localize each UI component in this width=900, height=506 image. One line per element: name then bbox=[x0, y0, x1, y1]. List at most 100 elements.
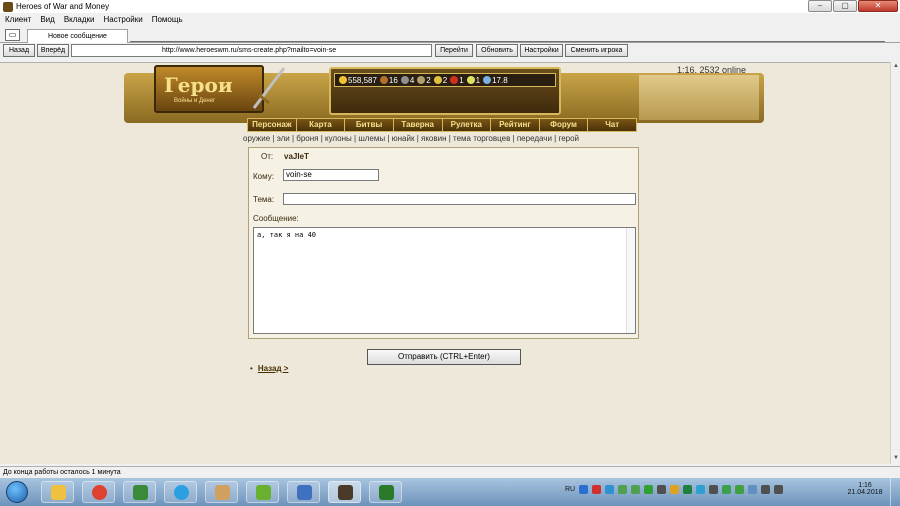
start-button[interactable] bbox=[6, 481, 28, 503]
clock-date: 21.04.2018 bbox=[847, 489, 883, 496]
tray-icon-10[interactable] bbox=[696, 485, 706, 494]
textarea-scrollbar[interactable] bbox=[626, 228, 635, 333]
nav-battles[interactable]: Битвы bbox=[345, 119, 394, 131]
page-scrollbar[interactable]: ▲ ▼ bbox=[890, 62, 900, 464]
from-value: vaJIeT bbox=[284, 152, 309, 161]
maximize-button[interactable]: ▢ bbox=[833, 0, 857, 12]
tray-icon-13[interactable] bbox=[735, 485, 745, 494]
taskbar-paint[interactable] bbox=[205, 481, 238, 503]
signal-icon[interactable] bbox=[761, 485, 771, 494]
send-button[interactable]: Отправить (CTRL+Enter) bbox=[367, 349, 521, 365]
resource-ore: 4 bbox=[400, 76, 414, 85]
tab-divider bbox=[130, 41, 885, 42]
recipient-input[interactable]: voin-se bbox=[283, 169, 379, 181]
taskbar-evernote[interactable] bbox=[123, 481, 156, 503]
tab-new-message[interactable]: Новое сообщение bbox=[27, 29, 128, 43]
menu-client[interactable]: Клиент bbox=[5, 14, 31, 26]
game-logo[interactable]: Герои Войны и Денег bbox=[154, 65, 264, 113]
address-bar: Назад Вперёд http://www.heroeswm.ru/sms-… bbox=[0, 44, 900, 59]
menu-tabs[interactable]: Вкладки bbox=[64, 14, 95, 26]
taskbar-evernote-2[interactable] bbox=[369, 481, 402, 503]
taskbar: RU 1:16 21.04.2018 bbox=[0, 478, 900, 506]
taskbar-chrome[interactable] bbox=[82, 481, 115, 503]
close-button[interactable]: ✕ bbox=[858, 0, 898, 12]
tray-icon-2[interactable] bbox=[592, 485, 602, 494]
resource-mercury: 2 bbox=[417, 76, 431, 85]
message-text: а, так я на 40 bbox=[257, 231, 317, 239]
menu-settings[interactable]: Настройки bbox=[104, 14, 143, 26]
game-nav: Персонаж Карта Битвы Таверна Рулетка Рей… bbox=[247, 118, 637, 132]
sulfur-icon bbox=[433, 76, 442, 84]
tray-icon-6[interactable] bbox=[644, 485, 654, 494]
tray-icon-3[interactable] bbox=[605, 485, 615, 494]
chrome-icon bbox=[92, 485, 107, 500]
subject-input[interactable] bbox=[283, 193, 636, 205]
castle-image bbox=[639, 75, 759, 120]
volume-icon[interactable] bbox=[774, 485, 784, 494]
explorer-icon bbox=[51, 485, 66, 500]
quick-links[interactable]: оружие | эли | броня | кулоны | шлемы | … bbox=[243, 134, 579, 143]
taskbar-explorer[interactable] bbox=[41, 481, 74, 503]
refresh-button[interactable]: Обновить bbox=[476, 44, 518, 57]
go-button[interactable]: Перейти bbox=[435, 44, 473, 57]
taskbar-utorrent[interactable] bbox=[246, 481, 279, 503]
forward-button[interactable]: Вперёд bbox=[37, 44, 69, 57]
heroes-icon bbox=[338, 485, 353, 500]
taskbar-skype[interactable] bbox=[164, 481, 197, 503]
back-button[interactable]: Назад bbox=[3, 44, 35, 57]
tray-icon-7[interactable] bbox=[657, 485, 667, 494]
clock[interactable]: 1:16 21.04.2018 bbox=[845, 482, 885, 496]
minimize-button[interactable]: ‒ bbox=[808, 0, 832, 12]
url-input[interactable]: http://www.heroeswm.ru/sms-create.php?ma… bbox=[71, 44, 432, 57]
utorrent-icon bbox=[256, 485, 271, 500]
taskbar-heroes[interactable] bbox=[328, 481, 361, 503]
tray-icon-9[interactable] bbox=[683, 485, 693, 494]
logo-subtitle: Войны и Денег bbox=[174, 98, 216, 104]
tray-icon-8[interactable] bbox=[670, 485, 680, 494]
status-bar: До конца работы осталось 1 минута bbox=[0, 466, 900, 478]
tray-icon-4[interactable] bbox=[618, 485, 628, 494]
gems-icon bbox=[466, 76, 475, 84]
nav-rating[interactable]: Рейтинг bbox=[491, 119, 540, 131]
menu-bar: Клиент Вид Вкладки Настройки Помощь bbox=[0, 14, 900, 26]
mercury-icon bbox=[417, 76, 426, 84]
tray-icon-14[interactable] bbox=[748, 485, 758, 494]
nav-map[interactable]: Карта bbox=[297, 119, 346, 131]
new-tab-icon[interactable]: ▭ bbox=[5, 29, 20, 41]
message-textarea[interactable]: а, так я на 40 bbox=[253, 227, 636, 334]
evernote-icon bbox=[379, 485, 394, 500]
tray-icon-12[interactable] bbox=[722, 485, 732, 494]
nav-roulette[interactable]: Рулетка bbox=[443, 119, 492, 131]
language-indicator[interactable]: RU bbox=[565, 486, 575, 493]
show-desktop-button[interactable] bbox=[890, 478, 900, 506]
switch-player-button[interactable]: Сменить игрока bbox=[565, 44, 628, 57]
settings-button[interactable]: Настройки bbox=[520, 44, 563, 57]
menu-view[interactable]: Вид bbox=[40, 14, 54, 26]
tray-icon-5[interactable] bbox=[631, 485, 641, 494]
nav-forum[interactable]: Форум bbox=[540, 119, 589, 131]
resource-gold: 558,587 bbox=[339, 76, 377, 85]
game-banner: Герои Войны и Денег 558,587 16 4 2 2 1 1… bbox=[124, 63, 764, 125]
tab-bar: ▭ Новое сообщение bbox=[0, 28, 900, 43]
nav-character[interactable]: Персонаж bbox=[248, 119, 297, 131]
tray-icon-1[interactable] bbox=[579, 485, 589, 494]
diamond-icon bbox=[483, 76, 492, 84]
resource-wood: 16 bbox=[379, 76, 398, 85]
tray-icon-11[interactable] bbox=[709, 485, 719, 494]
back-link-label: Назад > bbox=[257, 364, 289, 373]
subject-label: Тема: bbox=[253, 195, 275, 204]
menu-help[interactable]: Помощь bbox=[152, 14, 183, 26]
message-form: От: vaJIeT Кому: voin-se Тема: Сообщение… bbox=[248, 147, 639, 339]
crystal-icon bbox=[450, 76, 459, 84]
system-tray: RU bbox=[565, 485, 784, 494]
scroll-down-icon[interactable]: ▼ bbox=[892, 455, 900, 463]
to-label: Кому: bbox=[253, 172, 274, 181]
window-title: Heroes of War and Money bbox=[16, 2, 110, 11]
taskbar-remote[interactable] bbox=[287, 481, 320, 503]
nav-chat[interactable]: Чат bbox=[588, 119, 636, 131]
scroll-up-icon[interactable]: ▲ bbox=[892, 63, 900, 71]
back-link[interactable]: • Назад > bbox=[250, 364, 288, 373]
nav-tavern[interactable]: Таверна bbox=[394, 119, 443, 131]
gold-icon bbox=[339, 76, 347, 84]
sword-icon bbox=[252, 67, 286, 109]
